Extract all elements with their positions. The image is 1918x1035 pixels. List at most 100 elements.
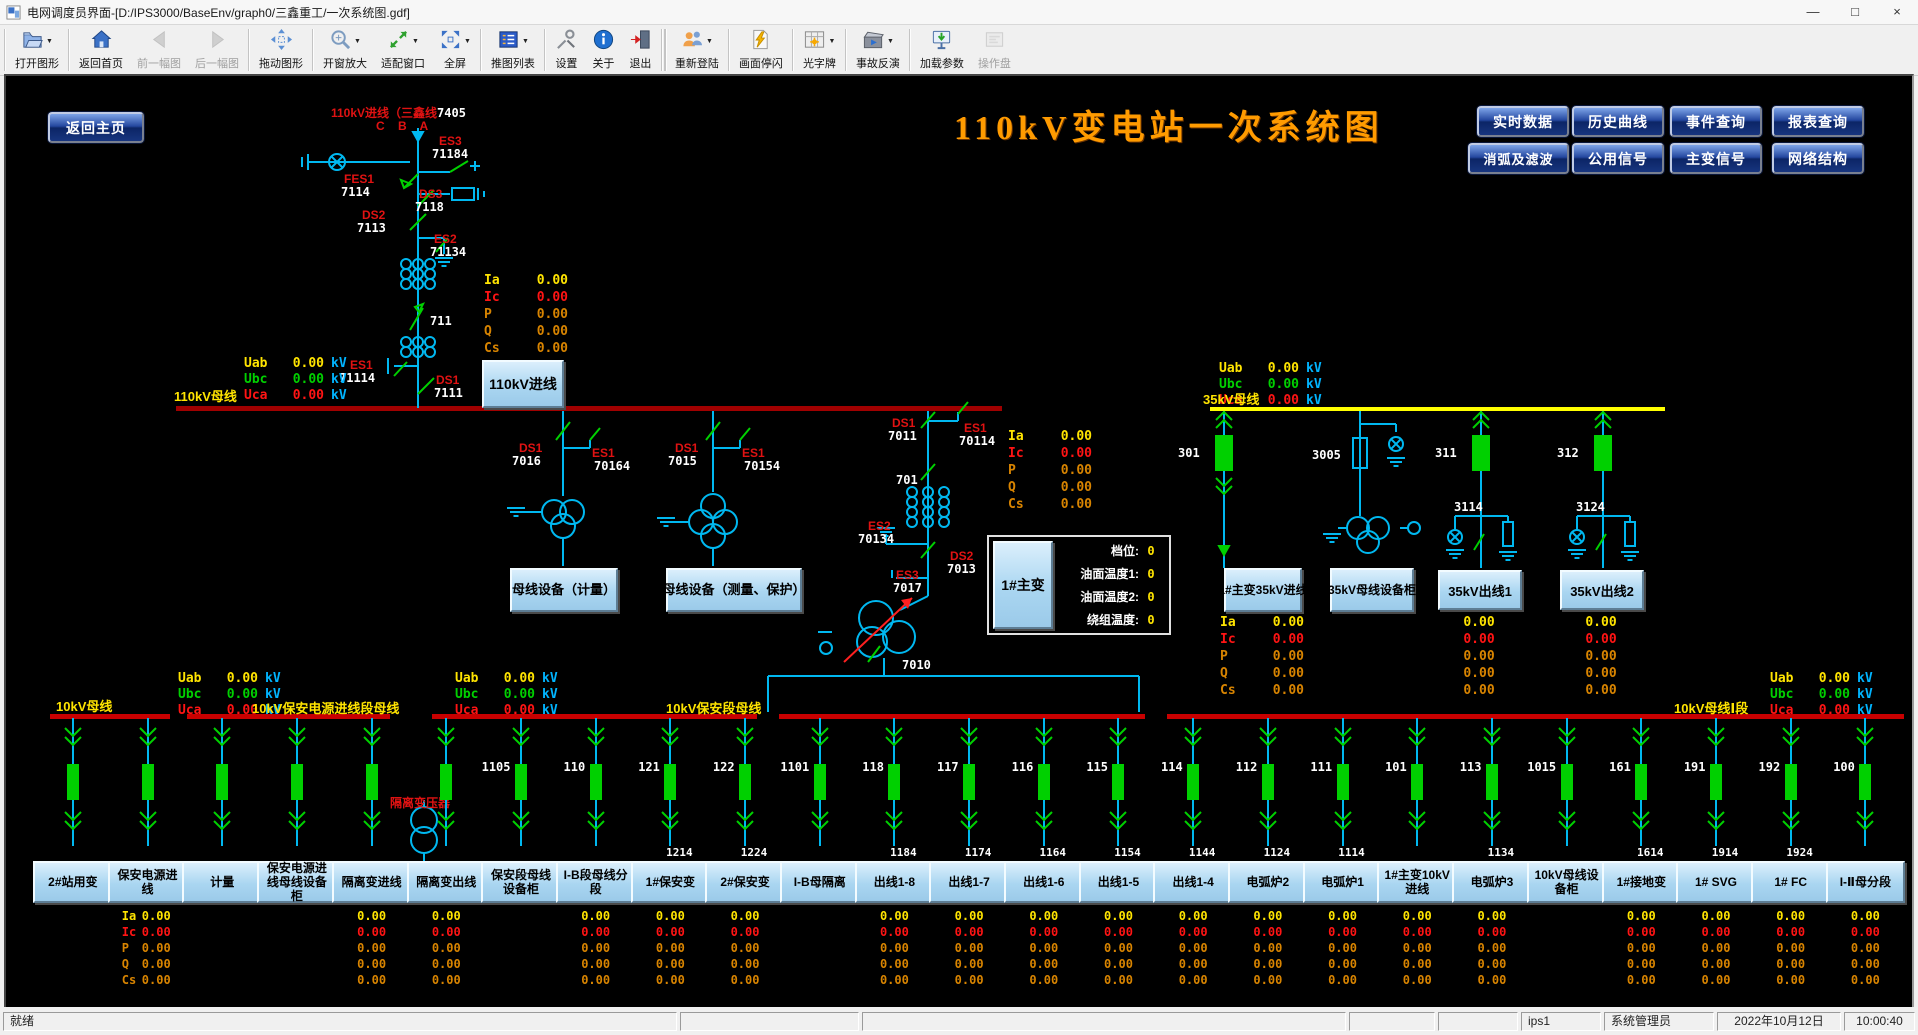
switch-label: DS2 [362,208,385,222]
feeder-symbol: 191 [1679,718,1753,846]
outgoing35-1-button[interactable]: 35kV出线1 [1438,570,1522,610]
maximize-button[interactable]: □ [1834,0,1876,24]
lightning-icon [749,28,772,56]
feeder-button[interactable]: 保安电源进线 [108,861,187,903]
open-graph-button[interactable]: ▼ 打开图形 [8,26,66,74]
bus35-cabinet-button[interactable]: 35kV母线设备柜 [1330,568,1414,612]
feeder-button[interactable]: 保安电源进线母线设备柜 [257,861,336,903]
bus-equipment-metering-button[interactable]: 母线设备（计量） [510,568,618,612]
feeder-button[interactable]: 电弧炉2 [1228,861,1307,903]
feeder-values: 0.000.000.000.000.00 [1400,908,1434,988]
home-button[interactable]: 返回首页 [72,26,130,74]
feeder-button[interactable]: 出线1-4 [1153,861,1232,903]
feeder-symbol: 1015 [1530,718,1604,846]
tx35-incoming-button[interactable]: 1#主变35kV进线 [1224,568,1302,612]
feeder-symbol: 116 [1007,718,1081,846]
arc-filter-button[interactable]: 消弧及滤波 [1468,143,1569,174]
close-button[interactable]: × [1876,0,1918,24]
clapperboard-icon [862,28,885,56]
phase-label: C B A [376,119,433,133]
feeder-number: 118 [862,760,893,774]
feeder-button[interactable]: 10kV母线设备柜 [1527,861,1606,903]
operation-panel-button[interactable]: 操作盘 [971,26,1018,74]
feeder-number: 122 [713,760,744,774]
incoming-line-button[interactable]: 110kV进线 [482,360,564,408]
feeder-button[interactable]: I-Ⅱ母分段 [1826,861,1905,903]
fit-window-button[interactable]: ▼ 适配窗口 [374,26,432,74]
measurement-values: 0.000.000.000.000.00 [1027,908,1061,988]
feeder-button[interactable]: I-B母隔离 [780,861,859,903]
feeder-number: 112 [1236,760,1267,774]
breaker-icon [1232,718,1304,846]
common-signal-button[interactable]: 公用信号 [1572,143,1664,174]
outgoing35-2-button[interactable]: 35kV出线2 [1560,570,1644,610]
feeder-button[interactable]: I-B段母线分段 [556,861,635,903]
minimize-button[interactable]: — [1792,0,1834,24]
fullscreen-button[interactable]: ▼ 全屏 [432,26,478,74]
load-params-button[interactable]: 加载参数 [913,26,971,74]
history-curve-button[interactable]: 历史曲线 [1572,106,1664,137]
breaker-icon [485,718,557,846]
feeder-button[interactable]: 1# FC [1751,861,1830,903]
feeder-button[interactable]: 电弧炉1 [1303,861,1382,903]
main-transformer-button[interactable]: 1#主变 [993,541,1053,629]
status-time: 10:00:40 [1844,1012,1915,1031]
dropdown-arrow-icon: ▼ [706,38,713,45]
graph-list-button[interactable]: ▼ 推图列表 [484,26,542,74]
transformer-signal-button[interactable]: 主变信号 [1670,143,1762,174]
switch-label: ES3 [439,134,462,148]
earth-switch-number: 1154 [1096,846,1141,861]
earth-switch-number [811,846,829,861]
feeder-symbol: 100 [1829,718,1903,846]
feeder-button[interactable]: 1#主变10kV进线 [1377,861,1456,903]
feeder-column: 2#站用变 0.000.000.000.000.00 [36,718,110,988]
prev-graph-button[interactable]: 前一幅图 [130,26,188,74]
pan-graph-button[interactable]: 拖动图形 [252,26,310,74]
feeder-button[interactable]: 2#保安变 [705,861,784,903]
report-query-button[interactable]: 报表查询 [1772,106,1864,137]
feeder-button[interactable]: 隔离变出线 [407,861,486,903]
feeder-button[interactable]: 1#接地变 [1602,861,1681,903]
return-home-button[interactable]: 返回主页 [48,112,144,143]
feeder-values: 0.000.000.000.000.00 [728,908,762,988]
feeder-number: 110 [564,760,595,774]
feeder-values: 0.000.000.000.000.00 [877,908,911,988]
accident-replay-button[interactable]: ▼ 事故反演 [849,26,907,74]
feeder-button[interactable]: 隔离变进线 [332,861,411,903]
breaker-icon [336,718,408,846]
measurement-values: 0.000.000.000.000.00 [728,908,762,988]
feeder-number: 121 [638,760,669,774]
feeder-button[interactable]: 出线1-7 [929,861,1008,903]
light-board-button[interactable]: ▼ 光字牌 [796,26,843,74]
feeder-button[interactable]: 出线1-5 [1079,861,1158,903]
settings-button[interactable]: 设置 [548,26,585,74]
feeder-button[interactable]: 计量 [182,861,261,903]
earth-switch-number [288,846,306,861]
realtime-data-button[interactable]: 实时数据 [1477,106,1569,137]
relogin-button[interactable]: ▼ 重新登陆 [668,26,726,74]
switch-label: DS1 [436,373,459,387]
feeder-button[interactable]: 1#保安变 [631,861,710,903]
zoom-window-button[interactable]: ▼ 开窗放大 [316,26,374,74]
breaker-icon [858,718,930,846]
feeder-button[interactable]: 2#站用变 [33,861,112,903]
feeder-values: 0.000.000.000.000.00 [1251,908,1285,988]
about-button[interactable]: 关于 [585,26,622,74]
status-value: 0 [1139,590,1163,604]
feeder-button[interactable]: 1# SVG [1676,861,1755,903]
next-graph-button[interactable]: 后一幅图 [188,26,246,74]
earth-switch-number [512,846,530,861]
exit-button[interactable]: 退出 [622,26,659,74]
feeder-column: 192 1924 1# FC 0.000.000.000.000.00 [1754,718,1828,988]
feeder-button[interactable]: 电弧炉3 [1452,861,1531,903]
feeder-button[interactable]: 保安段母线设备柜 [481,861,560,903]
stop-flash-button[interactable]: 画面停闪 [732,26,790,74]
feeder-column: 111 1114 电弧炉1 0.000.000.000.000.00 [1306,718,1380,988]
feeder-number: 192 [1759,760,1790,774]
event-query-button[interactable]: 事件查询 [1670,106,1762,137]
feeder-button[interactable]: 出线1-6 [1004,861,1083,903]
magnifier-icon [329,28,352,56]
feeder-button[interactable]: 出线1-8 [855,861,934,903]
network-structure-button[interactable]: 网络结构 [1772,143,1864,174]
bus-equipment-protection-button[interactable]: 母线设备（测量、保护） [666,568,802,612]
